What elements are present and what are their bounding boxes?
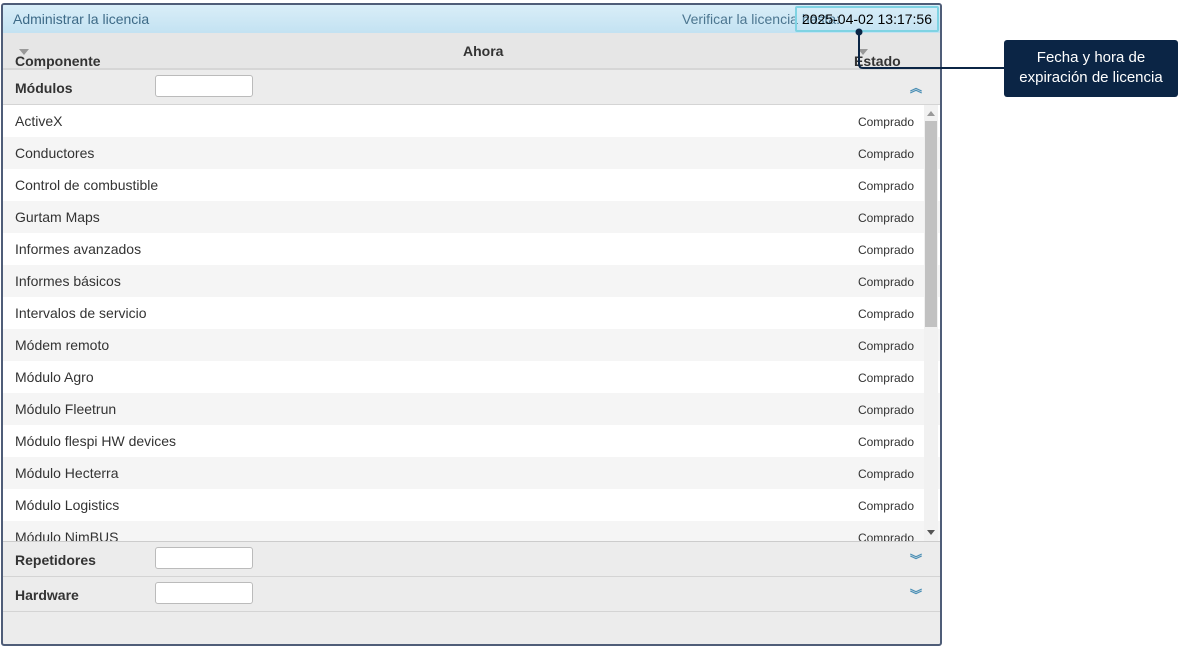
callout-box: Fecha y hora de expiración de licencia xyxy=(1004,40,1178,97)
connector-line xyxy=(858,32,1004,69)
callout-connector xyxy=(855,28,1004,69)
